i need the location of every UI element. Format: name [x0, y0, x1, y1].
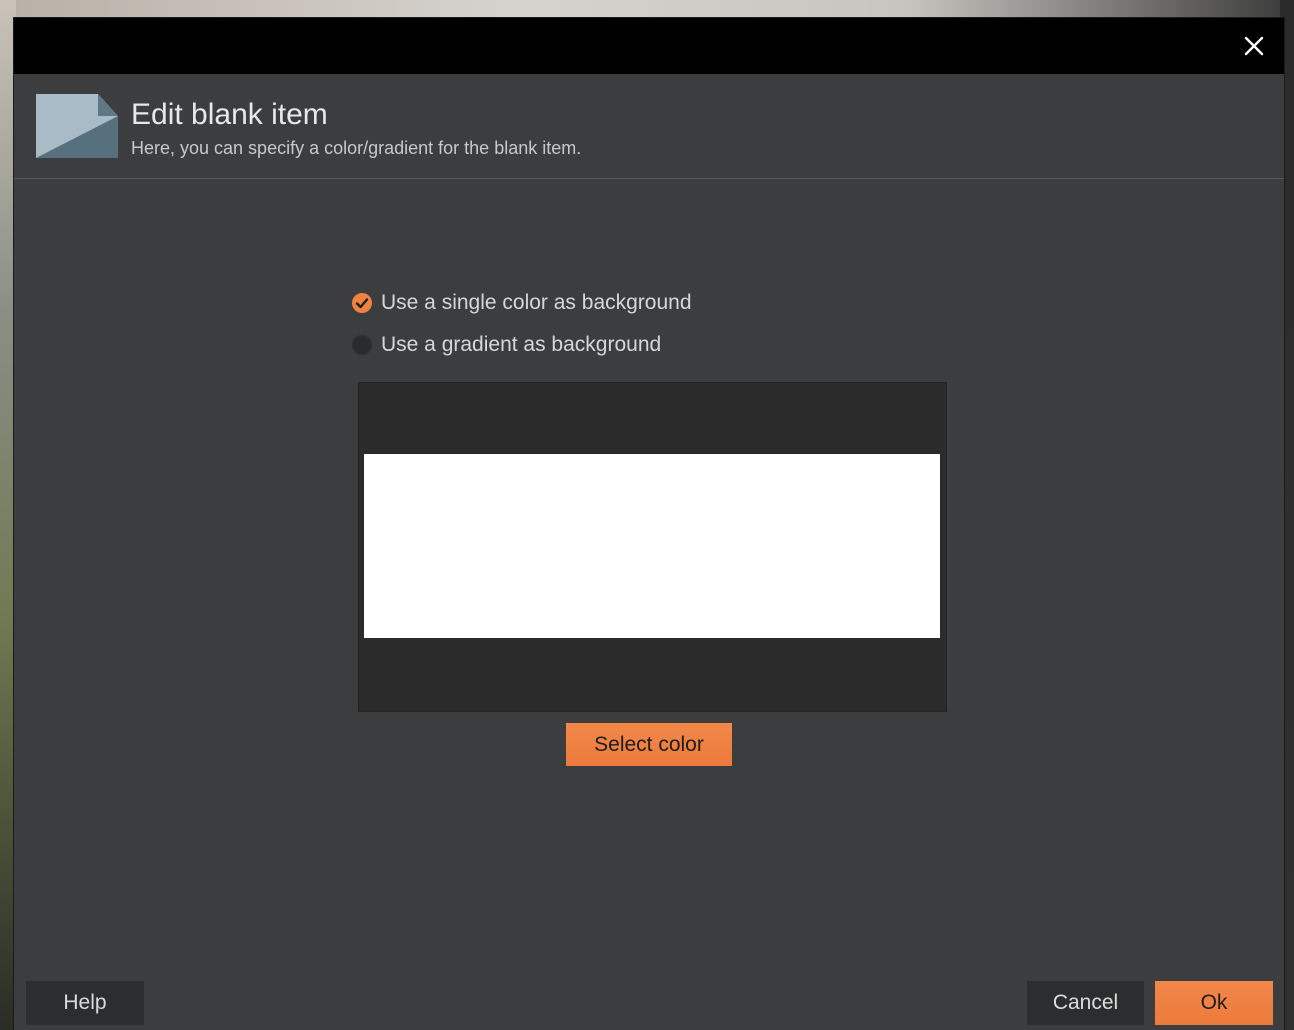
color-preview-frame: [358, 382, 947, 712]
gradient-radio-option[interactable]: Use a gradient as background: [352, 330, 661, 360]
single-color-radio-option[interactable]: Use a single color as background: [352, 288, 692, 318]
edit-blank-item-dialog: Edit blank item Here, you can specify a …: [14, 18, 1284, 1030]
select-color-button[interactable]: Select color: [566, 723, 732, 766]
checkmark-icon: [355, 298, 369, 309]
single-color-radio[interactable]: [352, 293, 372, 313]
dialog-subtitle: Here, you can specify a color/gradient f…: [131, 138, 582, 158]
gradient-label: Use a gradient as background: [381, 333, 662, 356]
dialog-header: Edit blank item Here, you can specify a …: [14, 74, 1284, 179]
desktop-background-top: [0, 0, 1294, 20]
help-button[interactable]: Help: [26, 981, 144, 1025]
dialog-titlebar: [14, 18, 1284, 74]
single-color-label: Use a single color as background: [381, 291, 692, 314]
ok-button[interactable]: Ok: [1155, 981, 1273, 1025]
cancel-button[interactable]: Cancel: [1027, 981, 1144, 1025]
color-preview-swatch: [364, 454, 940, 638]
blank-item-icon: [36, 94, 118, 158]
close-button[interactable]: [1238, 30, 1270, 62]
close-icon: [1244, 36, 1264, 56]
dialog-title: Edit blank item: [131, 98, 328, 131]
gradient-radio[interactable]: [352, 335, 372, 355]
